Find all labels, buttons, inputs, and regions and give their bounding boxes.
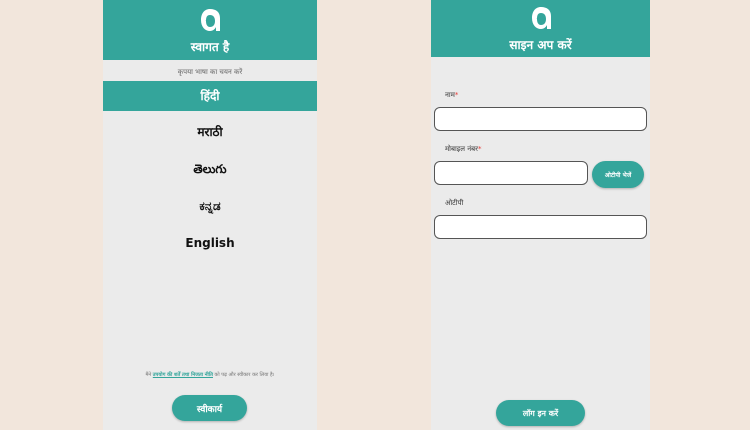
otp-input[interactable] xyxy=(434,215,647,239)
mobile-label-text: मोबाइल नंबर xyxy=(445,145,478,153)
terms-notice: मैंने उपयोग की शर्तें तथा निजता नीति को … xyxy=(103,372,317,378)
page-title: स्वागत है xyxy=(190,40,230,54)
name-label: नाम* xyxy=(445,91,458,100)
language-option-marathi[interactable]: मराठी xyxy=(103,117,317,147)
mobile-input[interactable] xyxy=(434,161,588,185)
language-option-english[interactable]: English xyxy=(103,228,317,258)
welcome-header: स्वागत है xyxy=(103,0,317,60)
terms-link[interactable]: उपयोग की शर्तें तथा निजता नीति xyxy=(153,372,213,378)
required-marker: * xyxy=(477,145,482,153)
send-otp-button[interactable]: ओटीपी भेजें xyxy=(592,161,644,188)
signup-screen: साइन अप करें नाम* मोबाइल नंबर* ओटीपी भेज… xyxy=(431,0,650,430)
signup-header: साइन अप करें xyxy=(431,0,650,57)
language-select-screen: स्वागत है कृपया भाषा का चयन करें हिंदी म… xyxy=(103,0,317,430)
language-prompt: कृपया भाषा का चयन करें xyxy=(177,68,243,76)
language-option-hindi[interactable]: हिंदी xyxy=(103,81,317,111)
otp-label: ओटीपी xyxy=(445,199,464,207)
language-option-kannada[interactable]: ಕನ್ನಡ xyxy=(103,191,317,221)
login-button[interactable]: लॉग इन करें xyxy=(496,400,585,426)
page-title: साइन अप करें xyxy=(509,38,572,52)
app-logo-icon xyxy=(201,9,220,31)
required-marker: * xyxy=(454,91,459,99)
terms-suffix: को पढ़ और स्वीकार कर लिया है। xyxy=(212,372,275,378)
name-input[interactable] xyxy=(434,107,647,131)
terms-prefix: मैंने xyxy=(145,372,153,378)
language-option-telugu[interactable]: తెలుగు xyxy=(103,154,317,184)
app-logo-icon xyxy=(531,7,551,29)
name-label-text: नाम xyxy=(445,91,455,99)
mobile-label: मोबाइल नंबर* xyxy=(445,145,481,154)
accept-button[interactable]: स्वीकार्य xyxy=(172,395,247,421)
